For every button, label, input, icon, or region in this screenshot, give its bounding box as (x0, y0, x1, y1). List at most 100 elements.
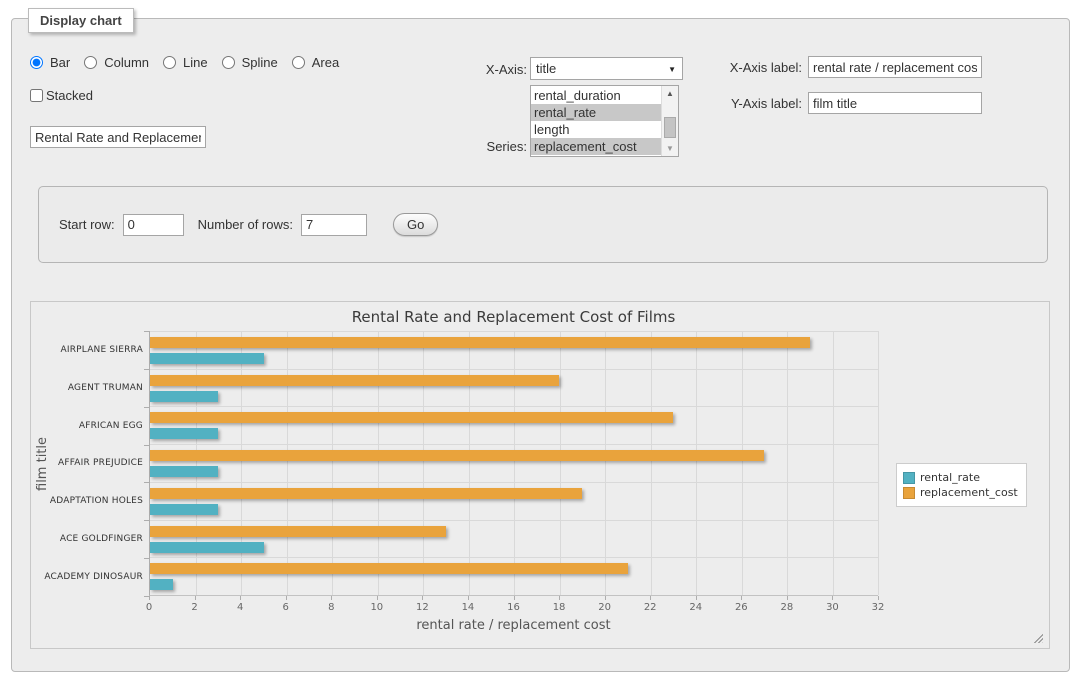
stacked-row: Stacked (30, 88, 93, 103)
legend-item-replacement_cost[interactable]: replacement_cost (903, 486, 1018, 499)
gridline (878, 331, 879, 595)
radio-area[interactable] (292, 56, 305, 69)
x-tick-label: 22 (644, 602, 657, 613)
bar-group (150, 444, 878, 482)
legend-item-rental_rate[interactable]: rental_rate (903, 471, 1018, 484)
legend-label: rental_rate (920, 471, 980, 484)
x-tick-label: 4 (237, 602, 243, 613)
radio-spline-label[interactable]: Spline (242, 55, 278, 70)
chart-legend: rental_rate replacement_cost (896, 463, 1027, 507)
series-label: Series: (473, 139, 527, 154)
x-tick (832, 596, 833, 600)
bar-rental_rate (150, 428, 218, 439)
bar-group (150, 520, 878, 558)
legend-swatch (903, 487, 915, 499)
bar-replacement_cost (150, 450, 764, 461)
bar-replacement_cost (150, 412, 673, 423)
number-of-rows-input[interactable] (301, 214, 367, 236)
y-axis-label-input[interactable] (808, 92, 982, 114)
category-label: AGENT TRUMAN (39, 369, 143, 407)
x-tick (377, 596, 378, 600)
radio-bar[interactable] (30, 56, 43, 69)
x-tick (741, 596, 742, 600)
x-tick-label: 14 (462, 602, 475, 613)
x-tick (331, 596, 332, 600)
series-option[interactable]: replacement_cost (531, 138, 661, 155)
bar-replacement_cost (150, 563, 628, 574)
series-listbox-options: rental_durationrental_ratelengthreplacem… (531, 87, 661, 156)
bar-rental_rate (150, 391, 218, 402)
bar-rental_rate (150, 542, 264, 553)
category-label: ADAPTATION HOLES (39, 482, 143, 520)
category-axis-labels: AIRPLANE SIERRAAGENT TRUMANAFRICAN EGGAF… (39, 331, 143, 596)
x-tick (878, 596, 879, 600)
radio-line-label[interactable]: Line (183, 55, 208, 70)
bar-rental_rate (150, 504, 218, 515)
x-axis-label-input[interactable] (808, 56, 982, 78)
radio-column[interactable] (84, 56, 97, 69)
x-tick-label: 28 (781, 602, 794, 613)
series-option[interactable]: rental_rate (531, 104, 661, 121)
x-tick-label: 0 (146, 602, 152, 613)
bar-rental_rate (150, 353, 264, 364)
chart-title: Rental Rate and Replacement Cost of Film… (31, 308, 996, 326)
bar-group (150, 557, 878, 595)
bar-group (150, 482, 878, 520)
x-tick (787, 596, 788, 600)
radio-bar-label[interactable]: Bar (50, 55, 70, 70)
chevron-down-icon: ▼ (668, 65, 676, 74)
series-option[interactable]: length (531, 121, 661, 138)
x-tick-label: 32 (872, 602, 885, 613)
stacked-label[interactable]: Stacked (46, 88, 93, 103)
series-listbox[interactable]: rental_durationrental_ratelengthreplacem… (530, 85, 679, 157)
category-label: AFRICAN EGG (39, 407, 143, 445)
bar-rental_rate (150, 579, 173, 590)
bar-group (150, 369, 878, 407)
go-button[interactable]: Go (393, 213, 438, 236)
y-axis-label-label: Y-Axis label: (716, 96, 802, 111)
radio-line[interactable] (163, 56, 176, 69)
x-tick (286, 596, 287, 600)
x-tick (468, 596, 469, 600)
start-row-input[interactable] (123, 214, 184, 236)
x-tick-label: 2 (191, 602, 197, 613)
chart-title-input[interactable] (30, 126, 206, 148)
x-tick (605, 596, 606, 600)
radio-area-label[interactable]: Area (312, 55, 339, 70)
x-axis-tick-labels: 02468101214161820222426283032 (149, 602, 878, 614)
bar-replacement_cost (150, 488, 582, 499)
scroll-up-icon[interactable]: ▲ (663, 86, 677, 101)
x-tick-label: 10 (370, 602, 383, 613)
x-tick (650, 596, 651, 600)
legend-label: replacement_cost (920, 486, 1018, 499)
stacked-checkbox[interactable] (30, 89, 43, 102)
x-tick (514, 596, 515, 600)
radio-column-label[interactable]: Column (104, 55, 149, 70)
chart-type-radio-group: Bar Column Line Spline Area (30, 55, 349, 70)
category-label: AFFAIR PREJUDICE (39, 445, 143, 483)
x-tick-label: 30 (826, 602, 839, 613)
category-label: AIRPLANE SIERRA (39, 331, 143, 369)
bar-group (150, 331, 878, 369)
resize-handle-icon[interactable] (1032, 632, 1043, 643)
chart-container: Rental Rate and Replacement Cost of Film… (30, 301, 1050, 649)
x-axis-ticks (149, 596, 878, 601)
scroll-down-icon[interactable]: ▼ (663, 141, 677, 156)
x-tick (240, 596, 241, 600)
bar-replacement_cost (150, 526, 446, 537)
x-tick-label: 24 (689, 602, 702, 613)
x-axis-selected-value: title (536, 61, 556, 76)
x-tick-label: 18 (553, 602, 566, 613)
radio-spline[interactable] (222, 56, 235, 69)
row-range-panel: Start row: Number of rows: Go (38, 186, 1048, 263)
number-of-rows-label: Number of rows: (198, 217, 293, 232)
x-tick-label: 26 (735, 602, 748, 613)
series-option[interactable]: rental_duration (531, 87, 661, 104)
x-tick-label: 20 (598, 602, 611, 613)
x-tick-label: 8 (328, 602, 334, 613)
start-row-label: Start row: (59, 217, 115, 232)
series-scrollbar[interactable]: ▲ ▼ (661, 86, 678, 156)
plot-area (149, 331, 878, 596)
x-axis-select[interactable]: title ▼ (530, 57, 683, 80)
scrollbar-thumb[interactable] (664, 117, 676, 138)
